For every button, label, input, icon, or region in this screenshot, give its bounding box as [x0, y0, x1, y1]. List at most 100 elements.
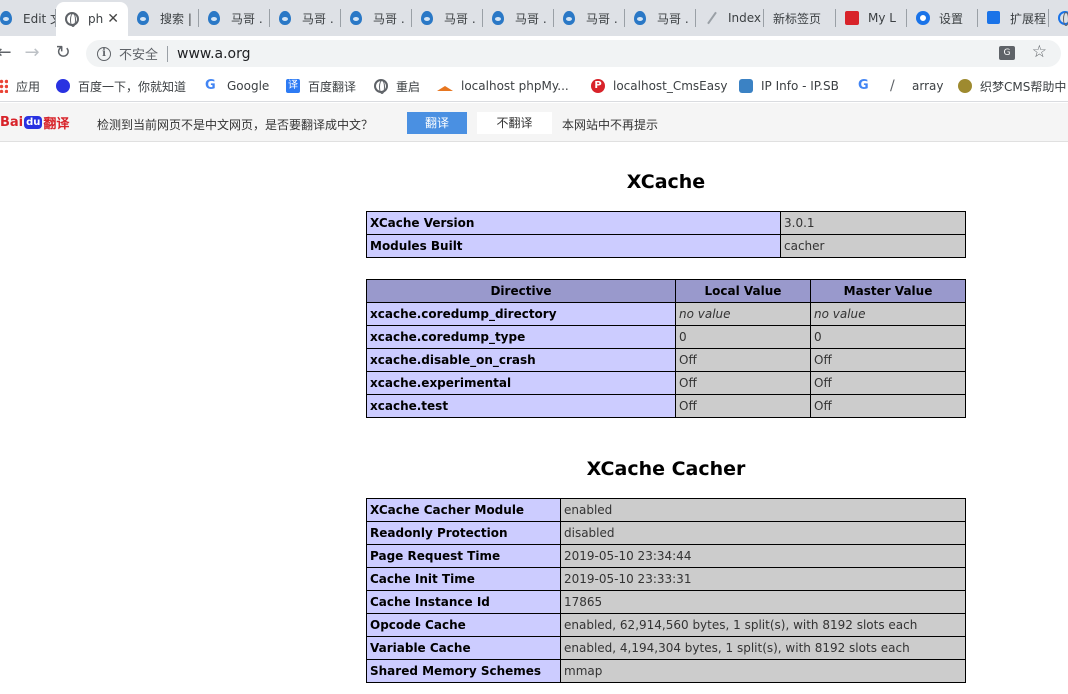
url-text[interactable]: www.a.org [177, 46, 251, 62]
back-arrow-icon[interactable]: ← [0, 41, 16, 65]
drupal-icon [634, 11, 648, 25]
bookmark-restart[interactable]: 重启 [374, 78, 420, 94]
bookmark-label: 百度一下，你就知道 [78, 79, 187, 94]
tab-partial[interactable] [1049, 0, 1068, 36]
bookmark-cmseasy[interactable]: P localhost_CmsEasy [591, 78, 727, 94]
tab-mage[interactable]: 马哥 . [341, 0, 412, 36]
tab-label: 马哥 . [302, 11, 334, 26]
bookmark-phpmyadmin[interactable]: localhost phpMy... [437, 78, 569, 94]
drupal-icon [137, 11, 151, 25]
master-value: Off [810, 348, 966, 372]
row-value: 2019-05-10 23:34:44 [560, 544, 966, 568]
tab-active-php[interactable]: ph ✕ [56, 2, 128, 36]
info-icon[interactable]: i [97, 46, 111, 61]
tab-extensions[interactable]: 扩展程 [978, 0, 1049, 36]
bookmark-label: array [912, 79, 944, 93]
local-value: Off [675, 394, 811, 418]
table-row: xcache.test Off Off [366, 394, 966, 418]
directive-name: xcache.coredump_type [366, 325, 676, 349]
tab-mage[interactable]: 马哥 . [483, 0, 554, 36]
table-row: Cache Init Time 2019-05-10 23:33:31 [366, 567, 966, 591]
tab-mage[interactable]: 马哥 . [199, 0, 270, 36]
tab-label: ph [88, 12, 104, 26]
tab-mage[interactable]: 马哥 . [412, 0, 483, 36]
bookmark-label: 应用 [16, 79, 41, 94]
bookmark-ipsb[interactable]: IP Info - IP.SB [739, 78, 839, 94]
master-value: no value [810, 302, 966, 326]
apps-grid-icon [0, 79, 8, 93]
no-translate-button[interactable]: 不翻译 [477, 112, 552, 134]
row-value: 3.0.1 [780, 211, 966, 235]
page-content: XCache XCache Version 3.0.1 Modules Buil… [0, 142, 1068, 694]
tab-mage[interactable]: 马哥 . [554, 0, 625, 36]
myl-icon [845, 11, 859, 25]
table-row: Readonly Protection disabled [366, 521, 966, 545]
close-tab-icon[interactable]: ✕ [107, 11, 119, 27]
bookmark-apps[interactable]: 应用 [0, 78, 40, 94]
translate-page-icon[interactable]: G [999, 46, 1015, 60]
baidu-paw-icon [56, 79, 70, 93]
bookmark-baidu-translate[interactable]: 译 百度翻译 [286, 78, 356, 94]
security-label[interactable]: 不安全 [119, 44, 158, 63]
address-bar[interactable]: i 不安全 www.a.org G ☆ [86, 40, 1061, 67]
row-value: enabled [560, 498, 966, 522]
extension-icon [987, 11, 1001, 25]
baidu-translate-logo: Bai du 翻译 [0, 112, 69, 132]
globe-icon [65, 12, 79, 27]
row-name: Shared Memory Schemes [366, 659, 561, 683]
table-row: xcache.coredump_directory no value no va… [366, 302, 966, 326]
drupal-icon [350, 11, 364, 25]
drupal-icon [208, 11, 222, 25]
bookmark-label: 织梦CMS帮助中 [980, 79, 1067, 94]
tab-label: 扩展程 [1010, 11, 1047, 26]
row-value: enabled, 62,914,560 bytes, 1 split(s), w… [560, 613, 966, 637]
globe-icon [374, 79, 388, 94]
google-icon: G [205, 78, 216, 93]
row-name: Modules Built [366, 234, 781, 258]
tab-label: 马哥 . [515, 11, 547, 26]
translate-button[interactable]: 翻译 [407, 112, 467, 134]
tab-new-tab[interactable]: 新标签页 [764, 0, 836, 36]
table-header-row: Directive Local Value Master Value [366, 279, 966, 303]
tab-search[interactable]: 搜索 | [128, 0, 199, 36]
bookmark-star-icon[interactable]: ☆ [1032, 42, 1047, 62]
drupal-icon [492, 11, 506, 25]
tab-label: My L [868, 11, 896, 25]
tab-index[interactable]: Index [696, 0, 764, 36]
tab-settings[interactable]: 设置 [907, 0, 978, 36]
never-translate-link[interactable]: 本网站中不再提示 [562, 116, 658, 133]
bookmark-google-2[interactable]: G [858, 78, 880, 94]
bookmark-array[interactable]: / array [890, 78, 943, 94]
info-table: XCache Version 3.0.1 Modules Built cache… [366, 211, 966, 258]
tab-mage[interactable]: 马哥 . [625, 0, 696, 36]
translate-message: 检测到当前网页不是中文网页，是否要翻译成中文？ [97, 118, 374, 132]
bookmark-google[interactable]: G Google [205, 78, 269, 94]
row-value: cacher [780, 234, 966, 258]
baidu-translate-icon: 译 [286, 79, 300, 93]
translate-infobar: Bai du 翻译 检测到当前网页不是中文网页，是否要翻译成中文？ 翻译 不翻译 本… [0, 103, 1068, 142]
bookmark-label: localhost phpMy... [461, 79, 569, 93]
tab-mage[interactable]: 马哥 . [270, 0, 341, 36]
local-value: Off [675, 348, 811, 372]
reload-icon[interactable]: ↻ [51, 41, 75, 65]
browser-toolbar: ← → ↻ i 不安全 www.a.org G ☆ [0, 36, 1068, 70]
master-value: Off [810, 371, 966, 395]
bookmark-baidu[interactable]: 百度一下，你就知道 [56, 78, 186, 94]
column-header: Master Value [810, 279, 966, 303]
row-name: XCache Version [366, 211, 781, 235]
table-row: Variable Cache enabled, 4,194,304 bytes,… [366, 636, 966, 660]
history-icon [1058, 11, 1068, 26]
tab-edit[interactable]: Edit 文 [0, 0, 56, 36]
forward-arrow-icon[interactable]: → [20, 41, 44, 65]
tab-label: 马哥 . [373, 11, 405, 26]
bookmark-dedecms[interactable]: 织梦CMS帮助中 [958, 78, 1066, 94]
row-name: Cache Init Time [366, 567, 561, 591]
slash-icon: / [890, 78, 895, 94]
phpmyadmin-icon [437, 81, 453, 91]
tab-myl[interactable]: My L [836, 0, 907, 36]
table-row: XCache Cacher Module enabled [366, 498, 966, 522]
local-value: 0 [675, 325, 811, 349]
column-header: Local Value [675, 279, 811, 303]
tab-label: 马哥 . [586, 11, 618, 26]
index-icon [705, 11, 719, 25]
